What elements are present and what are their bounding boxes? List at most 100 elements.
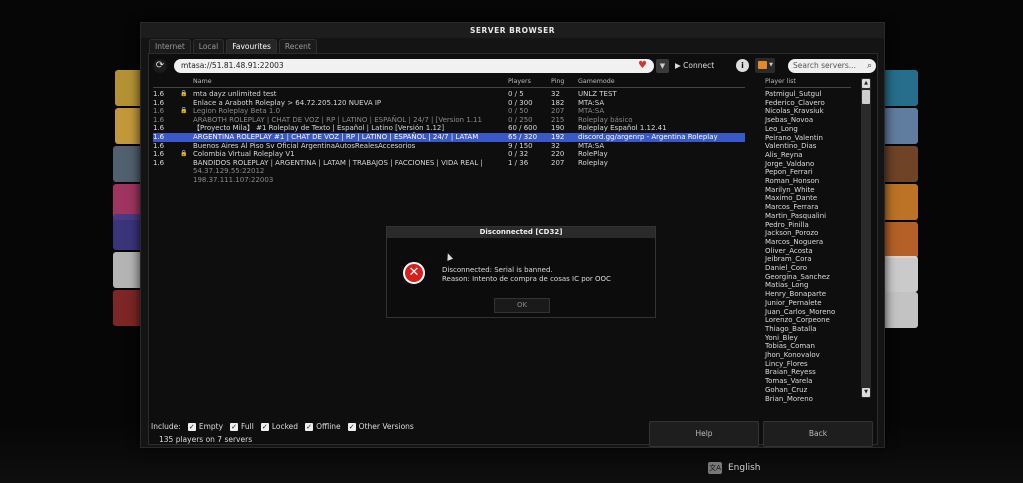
help-button[interactable]: Help — [649, 421, 759, 447]
player-list-item: Maximo_Dante — [765, 194, 818, 203]
server-gamemode: discord.gg/argenrp - Argentina Roleplay — [578, 133, 718, 141]
column-header-ping[interactable]: Ping — [551, 78, 564, 85]
player-list-item: Juan_Carlos_Moreno — [765, 307, 836, 316]
lock-icon: 🔒 — [180, 90, 188, 97]
address-input[interactable]: mtasa://51.81.48.91:22003 ♥ — [174, 59, 654, 73]
player-list-item: Marcos_Noguera — [765, 237, 824, 246]
server-gamemode: MTA:SA — [578, 107, 605, 116]
column-header-players[interactable]: Players — [508, 78, 531, 85]
server-row[interactable]: 1.6 BANDIDOS ROLEPLAY | ARGENTINA | LATAM… — [153, 159, 745, 168]
player-list-item: Thiago_Batalla — [765, 324, 817, 333]
scroll-down-icon[interactable]: ▼ — [862, 388, 870, 397]
checkbox-empty[interactable]: ✓ Empty — [187, 422, 223, 431]
server-browser-window: SERVER BROWSER Internet Local Favourites… — [140, 22, 885, 448]
server-row[interactable]: 1.6 ARABOTH ROLEPLAY | CHAT DE VOZ | RP |… — [153, 116, 745, 125]
scroll-thumb[interactable] — [862, 90, 870, 104]
server-row[interactable]: 198.37.111.107:22003 — [153, 176, 745, 185]
tab-local[interactable]: Local — [192, 39, 225, 53]
language-selector[interactable]: 文A English — [708, 462, 761, 474]
checkbox-full[interactable]: ✓ Full — [230, 422, 254, 431]
search-icon: ⌕ — [866, 61, 872, 71]
player-list-item: Tobias_Coman — [765, 342, 815, 351]
server-players: 65 / 320 — [508, 133, 538, 141]
checkbox-locked[interactable]: ✓ Locked — [260, 422, 299, 431]
language-icon: 文A — [708, 462, 722, 474]
checkbox-label: Locked — [271, 422, 299, 431]
tab-recent[interactable]: Recent — [278, 39, 317, 53]
address-value: mtasa://51.81.48.91:22003 — [181, 61, 284, 70]
player-list-item: Brian_Moreno — [765, 394, 813, 403]
server-version: 1.6 — [153, 141, 165, 150]
server-row[interactable]: 1.6 Enlace a Araboth Roleplay > 64.72.205… — [153, 99, 745, 108]
ok-button[interactable]: OK — [494, 298, 550, 313]
tab-internet[interactable]: Internet — [149, 39, 191, 53]
server-row[interactable]: 1.6 Legion Roleplay Beta 1.0 0 / 50 207 MTA:… — [153, 107, 745, 116]
chevron-down-icon: ▼ — [769, 62, 773, 68]
server-ping: 190 — [551, 124, 565, 133]
scroll-up-icon[interactable]: ▲ — [862, 79, 870, 88]
server-row[interactable]: 54.37.129.55:22012 — [153, 167, 745, 176]
server-row[interactable]: 1.6 Buenos Aires Al Piso Sv Oficial Argen… — [153, 142, 745, 151]
refresh-icon[interactable]: ⟳ — [153, 59, 167, 73]
server-players: 0 / 32 — [508, 150, 529, 159]
server-row[interactable]: 1.6 mta dayz unlimited test 0 / 5 32 UNLZ TE… — [153, 90, 745, 99]
language-label: English — [728, 463, 761, 473]
check-icon: ✓ — [230, 422, 239, 431]
error-icon: ✕ — [403, 262, 425, 284]
player-list-item: Lorenzo_Corpeone — [765, 316, 830, 325]
tab-favourites[interactable]: Favourites — [226, 39, 277, 53]
server-version: 1.6 — [153, 124, 165, 133]
server-name: 【Proyecto Mila】 #1 Roleplay de Texto | E… — [193, 124, 445, 133]
player-list-item: Gohan_Cruz — [765, 385, 808, 394]
check-icon: ✓ — [187, 422, 196, 431]
player-list-item: Marilyn_White — [765, 185, 815, 194]
server-name: Enlace a Araboth Roleplay > 64.72.205.12… — [193, 98, 382, 107]
server-row[interactable]: 1.6 Colombia Virtual Roleplay V1 0 / 32 220… — [153, 150, 745, 159]
player-list-divider — [765, 87, 851, 88]
filter-button[interactable]: ▼ — [755, 58, 775, 73]
column-header-gamemode[interactable]: Gamemode — [578, 78, 615, 85]
server-version: 1.6 — [153, 133, 165, 141]
server-name: 198.37.111.107:22003 — [193, 176, 274, 184]
server-players: 60 / 600 — [508, 124, 538, 133]
player-list-item: Valentino_Dias — [765, 142, 817, 151]
info-icon[interactable]: i — [736, 59, 749, 72]
server-row[interactable]: 1.6 ARGENTINA ROLEPLAY #1 | CHAT DE VOZ |… — [153, 133, 745, 142]
include-filters: Include: ✓ Empty ✓ Full ✓ Locked ✓ Offline ✓… — [151, 422, 414, 431]
checkbox-label: Full — [241, 422, 254, 431]
player-list-item: Henry_Bonaparte — [765, 290, 827, 299]
toolbar: ⟳ mtasa://51.81.48.91:22003 ♥ ▼ ▶ Connec… — [153, 58, 876, 74]
player-list-item: Federico_Clavero — [765, 98, 825, 107]
connect-button[interactable]: ▶ Connect — [675, 59, 729, 73]
player-list-item: Junior_Pernalete — [765, 298, 822, 307]
player-list-scrollbar[interactable]: ▲ ▼ — [861, 78, 871, 398]
server-players: 0 / 250 — [508, 115, 533, 124]
dialog-line-2: Reason: Intento de compra de cosas IC po… — [442, 275, 611, 283]
address-dropdown-button[interactable]: ▼ — [656, 59, 669, 73]
heart-icon[interactable]: ♥ — [638, 60, 647, 72]
window-title: SERVER BROWSER — [141, 23, 884, 38]
server-name: Colombia Virtual Roleplay V1 — [193, 150, 295, 159]
server-gamemode: MTA:SA — [578, 98, 605, 107]
server-ping: 207 — [551, 158, 565, 167]
server-name: 54.37.129.55:22012 — [193, 167, 265, 176]
back-button[interactable]: Back — [763, 421, 873, 447]
checkbox-other-versions[interactable]: ✓ Other Versions — [347, 422, 414, 431]
player-list-item: Jhon_Konovalov — [765, 351, 820, 359]
server-row[interactable]: 1.6 【Proyecto Mila】 #1 Roleplay de Texto … — [153, 124, 745, 133]
server-ping: 32 — [551, 90, 560, 98]
check-icon: ✓ — [347, 422, 356, 431]
lock-icon: 🔒 — [180, 150, 188, 158]
server-ping: 215 — [551, 115, 565, 124]
player-list-item: Pedro_Pinilla — [765, 220, 809, 229]
server-ping: 207 — [551, 107, 565, 116]
column-header-name[interactable]: Name — [193, 78, 212, 85]
disconnect-dialog: Disconnected [CD32] ✕ Disconnected: Seri… — [386, 226, 656, 318]
server-gamemode: Roleplay básico — [578, 115, 633, 124]
player-list-item: Oliver_Acosta — [765, 246, 813, 255]
checkbox-offline[interactable]: ✓ Offline — [305, 422, 341, 431]
player-list-item: Pepon_Ferrari — [765, 168, 813, 177]
check-icon: ✓ — [305, 422, 314, 431]
background-tile — [880, 184, 918, 220]
search-input[interactable]: Search servers... ⌕ — [788, 59, 876, 73]
